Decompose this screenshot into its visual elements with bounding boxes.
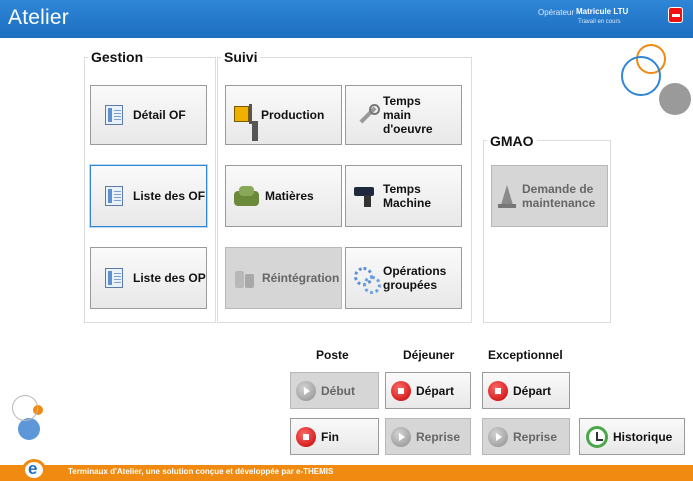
- temps-main-doeuvre-label: Temps main d'oeuvre: [383, 94, 433, 136]
- exceptionnel-title: Exceptionnel: [488, 348, 563, 362]
- dejeuner-title: Déjeuner: [403, 348, 455, 362]
- dejeuner-reprise-label: Reprise: [416, 429, 461, 444]
- bottles-icon: [234, 267, 256, 289]
- suivi-title: Suivi: [221, 49, 261, 65]
- gestion-title: Gestion: [88, 49, 147, 65]
- poste-debut-label: Début: [321, 383, 355, 398]
- exceptionnel-reprise-button[interactable]: Reprise: [482, 418, 570, 455]
- logout-icon[interactable]: [668, 7, 683, 23]
- decorative-circle-grey: [659, 83, 691, 115]
- historique-label: Historique: [613, 429, 673, 444]
- poste-title: Poste: [316, 348, 349, 362]
- gears-icon: [354, 266, 381, 294]
- production-button[interactable]: Production: [225, 85, 342, 145]
- document-list-icon: [105, 186, 123, 206]
- reintegration-label: Réintégration: [262, 271, 340, 285]
- list-icon: [105, 268, 123, 288]
- poste-debut-button[interactable]: Début: [290, 372, 379, 409]
- play-icon: [391, 426, 411, 447]
- liste-des-of-button[interactable]: Liste des OF: [90, 165, 207, 227]
- exceptionnel-depart-label: Départ: [513, 383, 552, 398]
- app-title: Atelier: [8, 6, 69, 29]
- play-icon: [296, 380, 316, 401]
- operations-groupees-label: Opérations groupées: [383, 264, 447, 292]
- poste-fin-button[interactable]: Fin: [290, 418, 379, 455]
- detail-of-button[interactable]: Détail OF: [90, 85, 207, 145]
- traffic-cone-icon: [498, 184, 516, 208]
- exceptionnel-reprise-label: Reprise: [513, 429, 558, 444]
- footer-text: Terminaux d'Atelier, une solution conçue…: [68, 467, 334, 476]
- stop-icon: [391, 380, 411, 401]
- decorative-circle-blue: [621, 56, 661, 96]
- e-themis-logo: e: [22, 459, 46, 481]
- operations-groupees-button[interactable]: Opérations groupées: [345, 247, 462, 309]
- liste-des-of-label: Liste des OF: [133, 189, 206, 203]
- demande-de-maintenance-button[interactable]: Demande de maintenance: [491, 165, 608, 227]
- poste-fin-label: Fin: [321, 429, 339, 444]
- header-bar: Atelier Opérateur Matricule LTU Travail …: [0, 0, 693, 38]
- temps-machine-label: Temps Machine: [383, 182, 432, 210]
- gmao-title: GMAO: [487, 133, 537, 149]
- play-icon: [488, 426, 508, 447]
- decorative-circle-outline: [12, 395, 38, 421]
- temps-machine-button[interactable]: Temps Machine: [345, 165, 462, 227]
- wrench-icon: [354, 103, 380, 127]
- dejeuner-reprise-button[interactable]: Reprise: [385, 418, 471, 455]
- liste-des-op-label: Liste des OP: [133, 271, 206, 285]
- liste-des-op-button[interactable]: Liste des OP: [90, 247, 207, 309]
- exceptionnel-depart-button[interactable]: Départ: [482, 372, 570, 409]
- forklift-icon: [234, 104, 258, 126]
- dejeuner-depart-button[interactable]: Départ: [385, 372, 471, 409]
- history-icon: [586, 425, 608, 448]
- logo-letter: e: [28, 459, 38, 478]
- reintegration-button[interactable]: Réintégration: [225, 247, 342, 309]
- stop-icon: [296, 426, 316, 447]
- demande-de-maintenance-label: Demande de maintenance: [522, 182, 596, 210]
- footer-bar: Terminaux d'Atelier, une solution conçue…: [0, 465, 693, 481]
- operator-name: Matricule LTU: [576, 7, 629, 16]
- matieres-button[interactable]: Matières: [225, 165, 342, 227]
- operator-status: Travail en cours: [578, 19, 621, 25]
- historique-button[interactable]: Historique: [579, 418, 685, 455]
- dejeuner-depart-label: Départ: [416, 383, 455, 398]
- matieres-label: Matières: [265, 189, 314, 203]
- drill-icon: [354, 184, 378, 208]
- decorative-circle-small-blue: [18, 418, 40, 440]
- sacks-icon: [234, 185, 260, 207]
- production-label: Production: [261, 108, 325, 122]
- operator-label: Opérateur: [538, 8, 575, 17]
- temps-main-doeuvre-button[interactable]: Temps main d'oeuvre: [345, 85, 462, 145]
- document-icon: [105, 105, 123, 125]
- stop-icon: [488, 380, 508, 401]
- detail-of-label: Détail OF: [133, 108, 186, 122]
